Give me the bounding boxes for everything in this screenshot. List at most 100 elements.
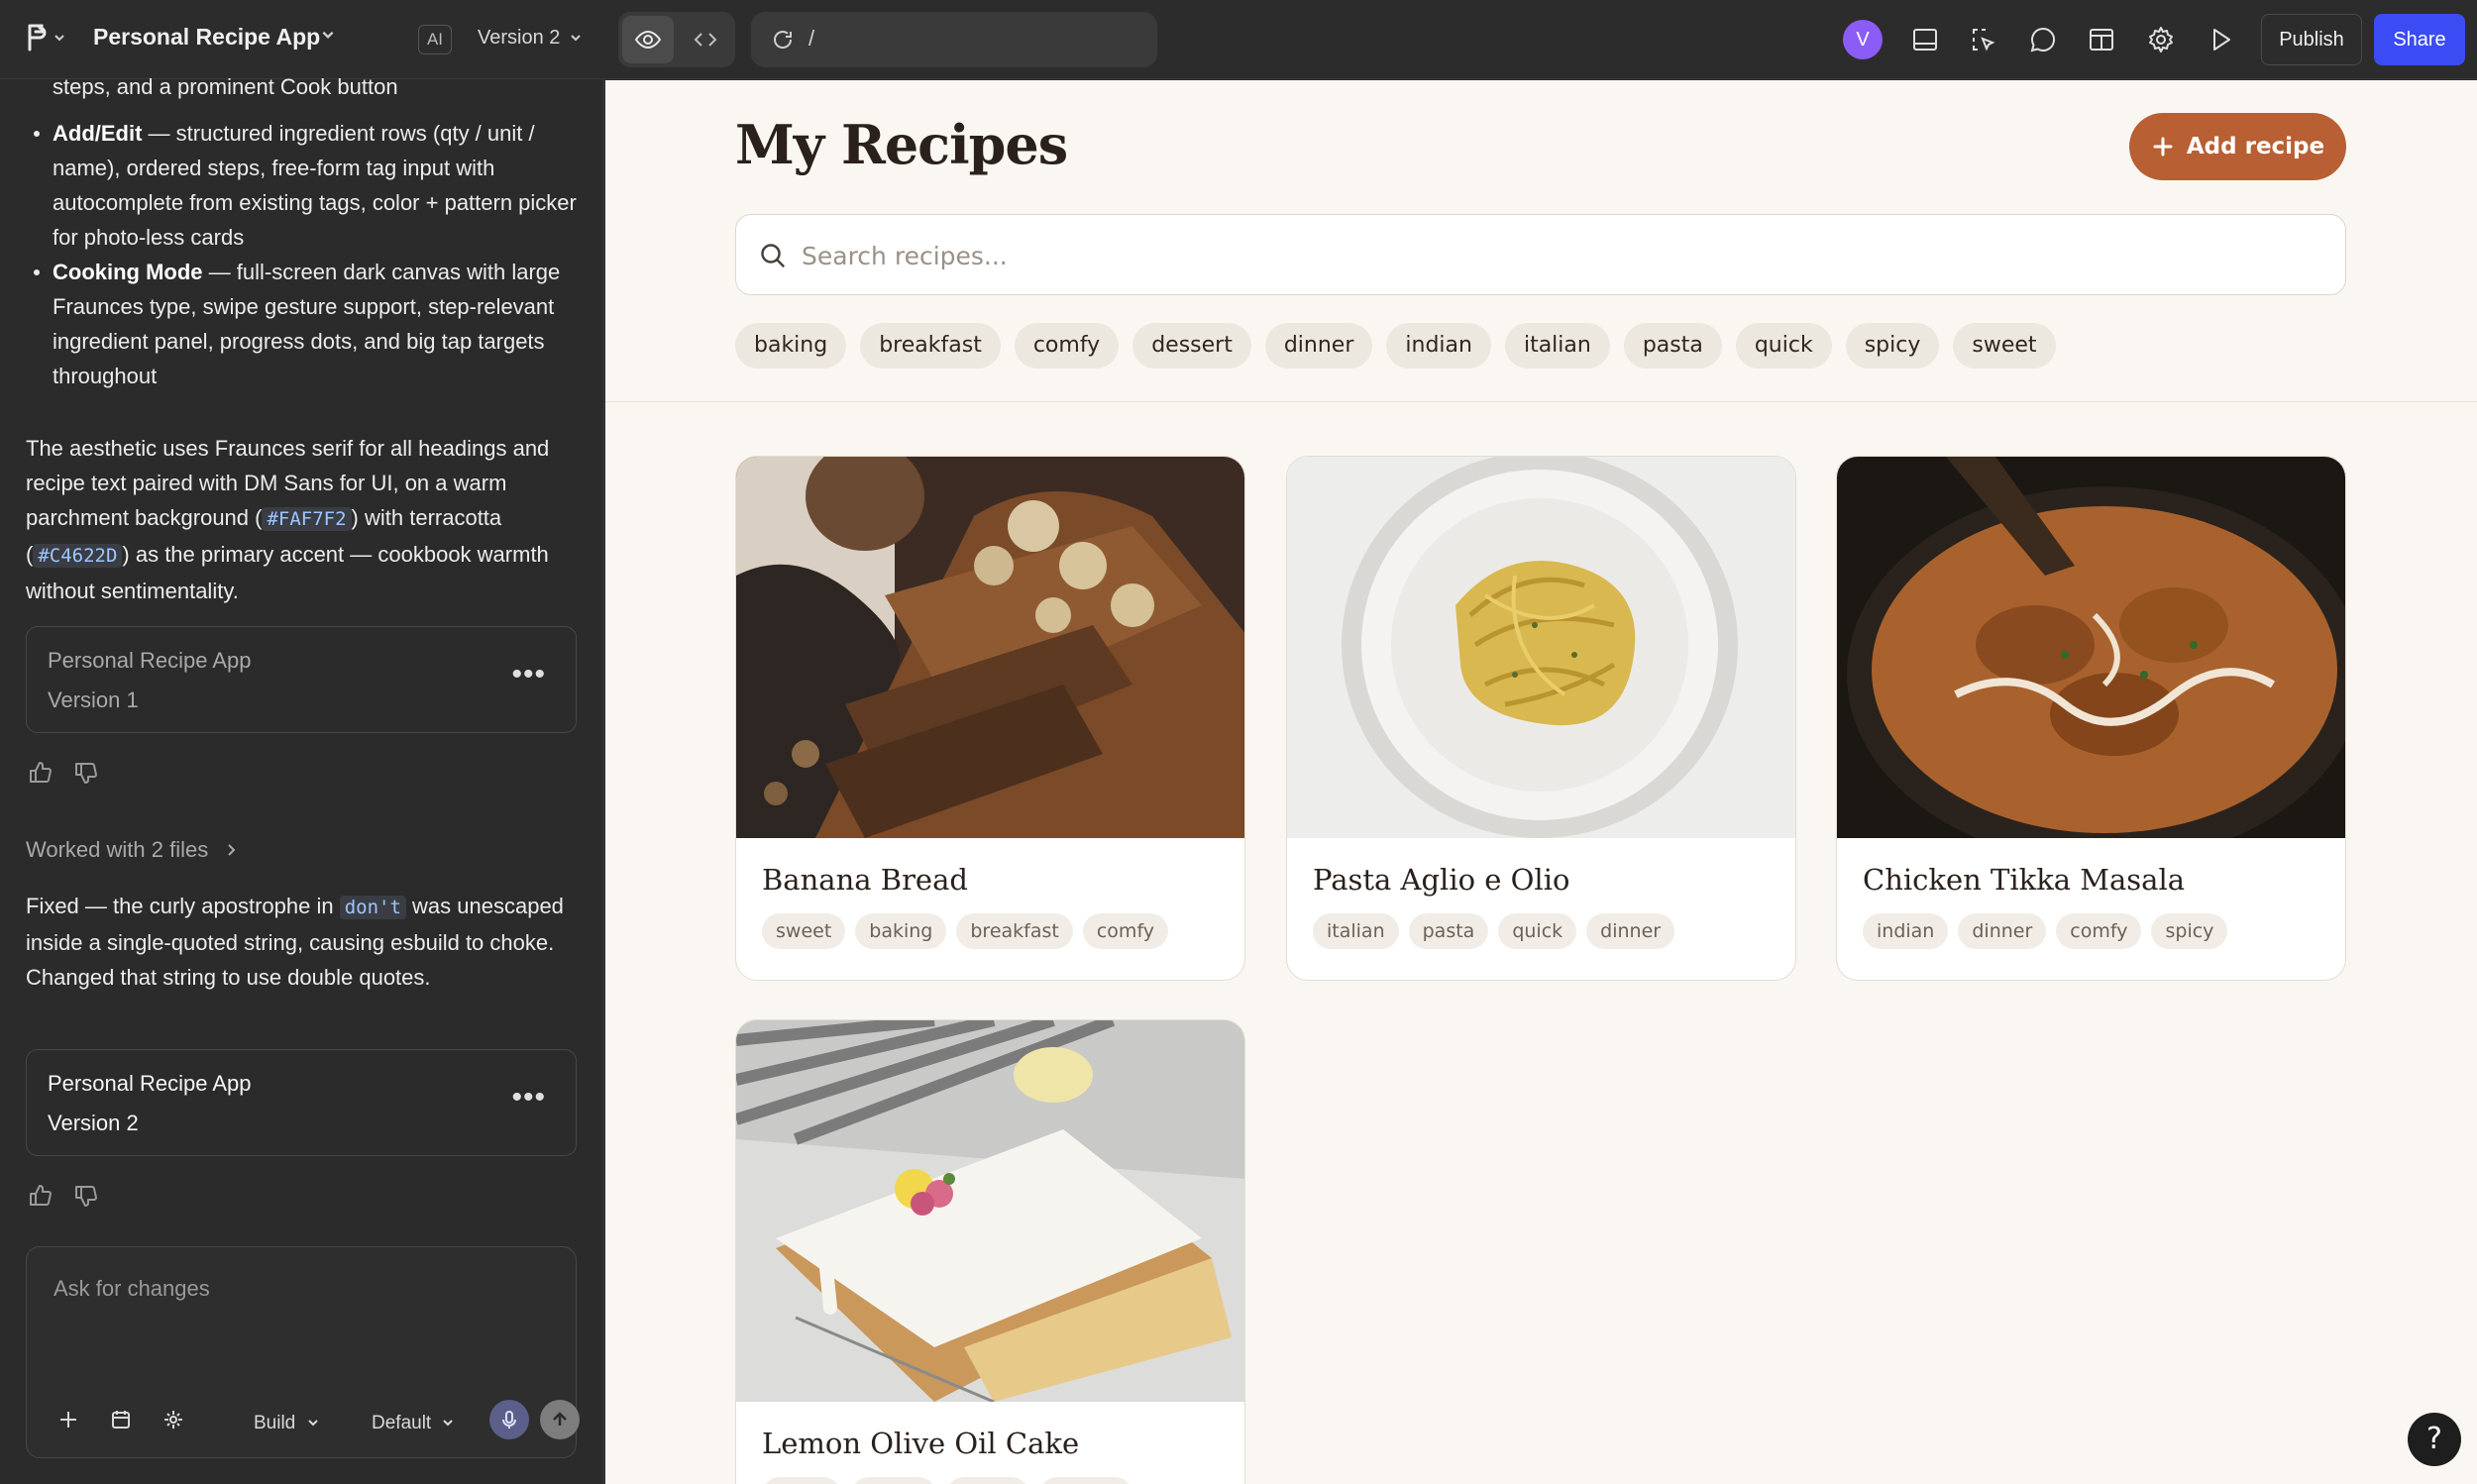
thumbs-up-icon[interactable] [28,760,54,786]
user-avatar[interactable]: V [1843,20,1883,59]
tag-filter-indian[interactable]: indian [1386,323,1491,369]
arrow-up-icon [553,1412,567,1426]
more-icon[interactable]: ••• [511,1080,546,1114]
preview-url-bar[interactable]: / [751,12,1157,67]
color-code: #C4622D [33,544,123,568]
thumbs-down-icon[interactable] [73,760,99,786]
recipe-tag: breakfast [956,913,1073,949]
recipe-name: Pasta Aglio e Olio [1313,863,1570,897]
layout-button[interactable] [2084,22,2119,57]
panel-icon [1913,29,1937,51]
help-button[interactable]: ? [2408,1413,2461,1466]
version-card[interactable]: Personal Recipe App Version 2 ••• [26,1049,577,1156]
version-card-title: Personal Recipe App [48,648,252,673]
recipe-card[interactable]: Lemon Olive Oil Cake [735,1019,1245,1484]
recipe-tag [1039,1477,1132,1484]
view-mode-toggle [618,12,735,67]
mode-select-value: Build [254,1413,296,1433]
more-icon[interactable]: ••• [511,657,546,691]
app-preview: My Recipes Add recipe baking breakfast c… [605,80,2477,1484]
project-title[interactable]: Personal Recipe App [93,24,320,51]
add-recipe-button[interactable]: Add recipe [2129,113,2346,180]
recipe-card[interactable]: Pasta Aglio e Olio italian pasta quick d… [1286,456,1796,981]
code-icon [694,33,717,47]
version-selector[interactable]: Version 2 [478,27,582,50]
recipe-tag [762,1477,841,1484]
tag-filter-list: baking breakfast comfy dessert dinner in… [735,323,2056,369]
thumbs-up-icon[interactable] [28,1183,54,1209]
tag-filter-italian[interactable]: italian [1504,323,1610,369]
comments-button[interactable] [2025,22,2061,57]
chevron-down-icon [54,31,65,49]
share-button[interactable]: Share [2374,14,2465,65]
version-card-version: Version 2 [48,1111,139,1135]
thumbs-down-icon[interactable] [73,1183,99,1209]
recipe-tag: comfy [1082,913,1169,949]
inline-code: don't [339,896,406,919]
recipe-tags [762,1477,1132,1484]
tag-filter-pasta[interactable]: pasta [1623,323,1722,369]
tag-filter-quick[interactable]: quick [1735,323,1832,369]
feedback-buttons [28,1183,99,1209]
chat-panel: steps, and a prominent Cook button Add/E… [0,74,604,1484]
publish-button[interactable]: Publish [2261,14,2362,65]
voice-input-button[interactable] [489,1400,529,1439]
recipe-photo [1837,457,2345,838]
inspect-button[interactable] [1966,22,2001,57]
tag-filter-spicy[interactable]: spicy [1845,323,1940,369]
recipe-tag: italian [1313,913,1399,949]
worked-with-files[interactable]: Worked with 2 files [26,832,238,867]
reload-icon[interactable] [771,28,795,52]
composer-toolbar: Build Default [51,1400,580,1440]
recipe-card[interactable]: Banana Bread sweet baking breakfast comf… [735,456,1245,981]
attach-button[interactable] [54,1406,82,1433]
model-select[interactable]: Default [372,1406,454,1440]
preview-mode-button[interactable] [622,16,674,63]
tag-filter-sweet[interactable]: sweet [1953,323,2056,369]
feature-title: Add/Edit [53,121,143,146]
tag-filter-dinner[interactable]: dinner [1264,323,1373,369]
recipe-tags: sweet baking breakfast comfy [762,913,1169,949]
chat-composer[interactable]: Ask for changes Build Default [26,1246,580,1458]
tag-filter-baking[interactable]: baking [735,323,847,369]
recipe-tag: baking [855,913,947,949]
recipe-tag: quick [1498,913,1577,949]
chevron-down-icon [443,1420,454,1427]
feature-item: Cooking Mode — full-screen dark canvas w… [26,255,581,393]
sidebar-toggle-button[interactable] [1907,22,1943,57]
recipe-name: Chicken Tikka Masala [1863,863,2186,897]
run-button[interactable] [2203,22,2238,57]
recipe-tags: indian dinner comfy spicy [1863,913,2228,949]
tag-filter-breakfast[interactable]: breakfast [860,323,1001,369]
calendar-button[interactable] [107,1406,135,1433]
settings-button[interactable] [2143,22,2179,57]
fix-text: Fixed — the curly apostrophe in [26,894,340,918]
recipe-tag: dinner [1586,913,1675,949]
feature-title: Cooking Mode [53,260,203,284]
ai-badge[interactable]: AI [418,25,452,54]
tag-filter-dessert[interactable]: dessert [1132,323,1251,369]
layout-icon [2090,29,2113,51]
recipe-card[interactable]: Chicken Tikka Masala indian dinner comfy… [1836,456,2346,981]
feature-item: Add/Edit — structured ingredient rows (q… [26,116,581,255]
logo-icon [24,23,48,57]
project-menu-chevron-icon[interactable] [321,26,335,47]
tag-filter-comfy[interactable]: comfy [1014,323,1120,369]
recipe-name: Lemon Olive Oil Cake [762,1427,1080,1460]
play-icon [2213,29,2230,51]
send-button[interactable] [540,1400,580,1439]
recipes-header: My Recipes Add recipe baking breakfast c… [605,80,2477,402]
code-mode-button[interactable] [680,16,731,63]
search-input[interactable] [802,233,2288,278]
app-menu-button[interactable] [24,22,73,57]
gear-icon [2149,27,2173,53]
recipe-tag: pasta [1408,913,1489,949]
composer-placeholder[interactable]: Ask for changes [54,1271,210,1306]
version-card[interactable]: Personal Recipe App Version 1 ••• [26,626,577,733]
enhance-button[interactable] [160,1406,187,1433]
calendar-icon [112,1411,130,1429]
mode-select[interactable]: Build [254,1406,319,1440]
chat-text-intro: steps, and a prominent Cook button [53,74,398,99]
recipe-tags: italian pasta quick dinner [1313,913,1675,949]
model-select-value: Default [372,1413,432,1433]
